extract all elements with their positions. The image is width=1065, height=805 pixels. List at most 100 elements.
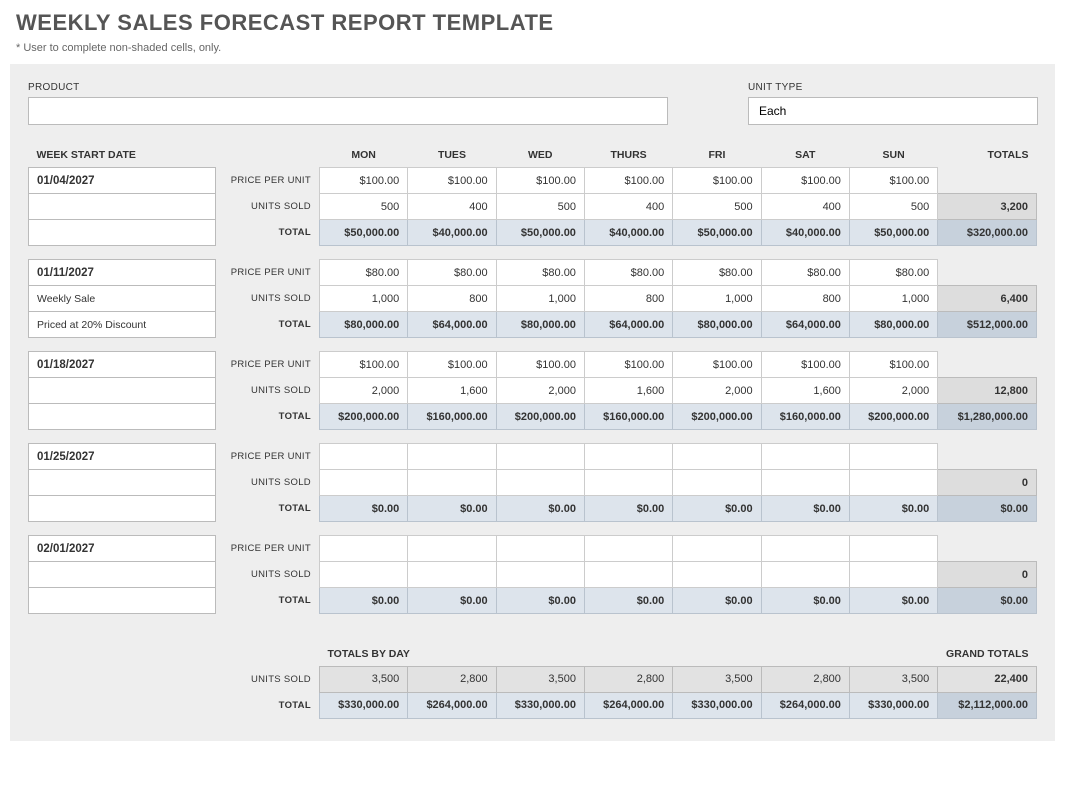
price-sun[interactable]	[849, 536, 937, 562]
price-sat[interactable]: $100.00	[761, 168, 849, 194]
units-sun[interactable]: 500	[849, 194, 937, 220]
units-mon[interactable]: 2,000	[319, 378, 407, 404]
price-fri[interactable]: $100.00	[673, 168, 761, 194]
total-wed: $50,000.00	[496, 220, 584, 246]
price-thurs[interactable]: $80.00	[584, 260, 672, 286]
units-fri[interactable]	[673, 562, 761, 588]
price-fri[interactable]: $100.00	[673, 352, 761, 378]
price-wed[interactable]: $100.00	[496, 168, 584, 194]
total-tues: $64,000.00	[408, 312, 496, 338]
total-thurs: $64,000.00	[584, 312, 672, 338]
units-sun[interactable]: 1,000	[849, 286, 937, 312]
price-sun[interactable]: $100.00	[849, 168, 937, 194]
price-sat[interactable]	[761, 536, 849, 562]
units-sun[interactable]	[849, 470, 937, 496]
units-tues[interactable]: 400	[408, 194, 496, 220]
week-date-input[interactable]: 01/18/2027	[29, 352, 216, 378]
price-sat[interactable]: $80.00	[761, 260, 849, 286]
price-wed[interactable]: $100.00	[496, 352, 584, 378]
price-tues[interactable]	[408, 444, 496, 470]
units-week-total: 0	[938, 562, 1037, 588]
units-sat[interactable]: 400	[761, 194, 849, 220]
week-note-line-1[interactable]	[29, 378, 216, 404]
price-thurs[interactable]: $100.00	[584, 168, 672, 194]
summary-units-sat: 2,800	[761, 666, 849, 692]
unit-type-input[interactable]	[748, 97, 1038, 125]
week-note-line-2[interactable]: Priced at 20% Discount	[29, 312, 216, 338]
price-thurs[interactable]: $100.00	[584, 352, 672, 378]
week-note-line-2[interactable]	[29, 496, 216, 522]
week-date-input[interactable]: 01/25/2027	[29, 444, 216, 470]
units-tues[interactable]: 1,600	[408, 378, 496, 404]
units-fri[interactable]	[673, 470, 761, 496]
units-thurs[interactable]: 400	[584, 194, 672, 220]
price-sun[interactable]: $80.00	[849, 260, 937, 286]
price-tues[interactable]: $80.00	[408, 260, 496, 286]
units-wed[interactable]	[496, 562, 584, 588]
units-mon[interactable]	[319, 470, 407, 496]
units-tues[interactable]: 800	[408, 286, 496, 312]
price-total-blank	[938, 168, 1037, 194]
week-note-line-1[interactable]: Weekly Sale	[29, 286, 216, 312]
units-sat[interactable]	[761, 470, 849, 496]
price-fri[interactable]	[673, 444, 761, 470]
units-wed[interactable]: 2,000	[496, 378, 584, 404]
summary-units-sun: 3,500	[849, 666, 937, 692]
units-wed[interactable]: 500	[496, 194, 584, 220]
total-thurs: $0.00	[584, 588, 672, 614]
page-subtitle: * User to complete non-shaded cells, onl…	[16, 42, 1055, 54]
week-note-line-2[interactable]	[29, 404, 216, 430]
price-mon[interactable]	[319, 444, 407, 470]
price-tues[interactable]: $100.00	[408, 168, 496, 194]
price-sun[interactable]	[849, 444, 937, 470]
price-thurs[interactable]	[584, 536, 672, 562]
units-tues[interactable]	[408, 562, 496, 588]
week-date-input[interactable]: 01/04/2027	[29, 168, 216, 194]
week-note-line-1[interactable]	[29, 194, 216, 220]
price-sat[interactable]: $100.00	[761, 352, 849, 378]
week-note-line-2[interactable]	[29, 588, 216, 614]
units-wed[interactable]	[496, 470, 584, 496]
price-tues[interactable]	[408, 536, 496, 562]
week-note-line-1[interactable]	[29, 562, 216, 588]
units-sun[interactable]: 2,000	[849, 378, 937, 404]
price-mon[interactable]: $80.00	[319, 260, 407, 286]
units-thurs[interactable]	[584, 562, 672, 588]
summary-units-tues: 2,800	[408, 666, 496, 692]
units-fri[interactable]: 1,000	[673, 286, 761, 312]
price-mon[interactable]: $100.00	[319, 352, 407, 378]
units-fri[interactable]: 2,000	[673, 378, 761, 404]
units-thurs[interactable]: 800	[584, 286, 672, 312]
week-date-input[interactable]: 02/01/2027	[29, 536, 216, 562]
price-fri[interactable]: $80.00	[673, 260, 761, 286]
units-tues[interactable]	[408, 470, 496, 496]
units-sun[interactable]	[849, 562, 937, 588]
units-mon[interactable]: 500	[319, 194, 407, 220]
units-sat[interactable]: 800	[761, 286, 849, 312]
total-sun: $200,000.00	[849, 404, 937, 430]
units-mon[interactable]: 1,000	[319, 286, 407, 312]
units-thurs[interactable]	[584, 470, 672, 496]
week-date-input[interactable]: 01/11/2027	[29, 260, 216, 286]
price-mon[interactable]	[319, 536, 407, 562]
col-wed: WED	[496, 143, 584, 168]
price-tues[interactable]: $100.00	[408, 352, 496, 378]
price-mon[interactable]: $100.00	[319, 168, 407, 194]
units-week-total: 3,200	[938, 194, 1037, 220]
units-mon[interactable]	[319, 562, 407, 588]
units-sat[interactable]: 1,600	[761, 378, 849, 404]
price-wed[interactable]	[496, 536, 584, 562]
units-sat[interactable]	[761, 562, 849, 588]
week-note-line-2[interactable]	[29, 220, 216, 246]
product-input[interactable]	[28, 97, 668, 125]
price-fri[interactable]	[673, 536, 761, 562]
price-thurs[interactable]	[584, 444, 672, 470]
price-sat[interactable]	[761, 444, 849, 470]
units-thurs[interactable]: 1,600	[584, 378, 672, 404]
week-note-line-1[interactable]	[29, 470, 216, 496]
price-sun[interactable]: $100.00	[849, 352, 937, 378]
units-fri[interactable]: 500	[673, 194, 761, 220]
units-wed[interactable]: 1,000	[496, 286, 584, 312]
price-wed[interactable]: $80.00	[496, 260, 584, 286]
price-wed[interactable]	[496, 444, 584, 470]
